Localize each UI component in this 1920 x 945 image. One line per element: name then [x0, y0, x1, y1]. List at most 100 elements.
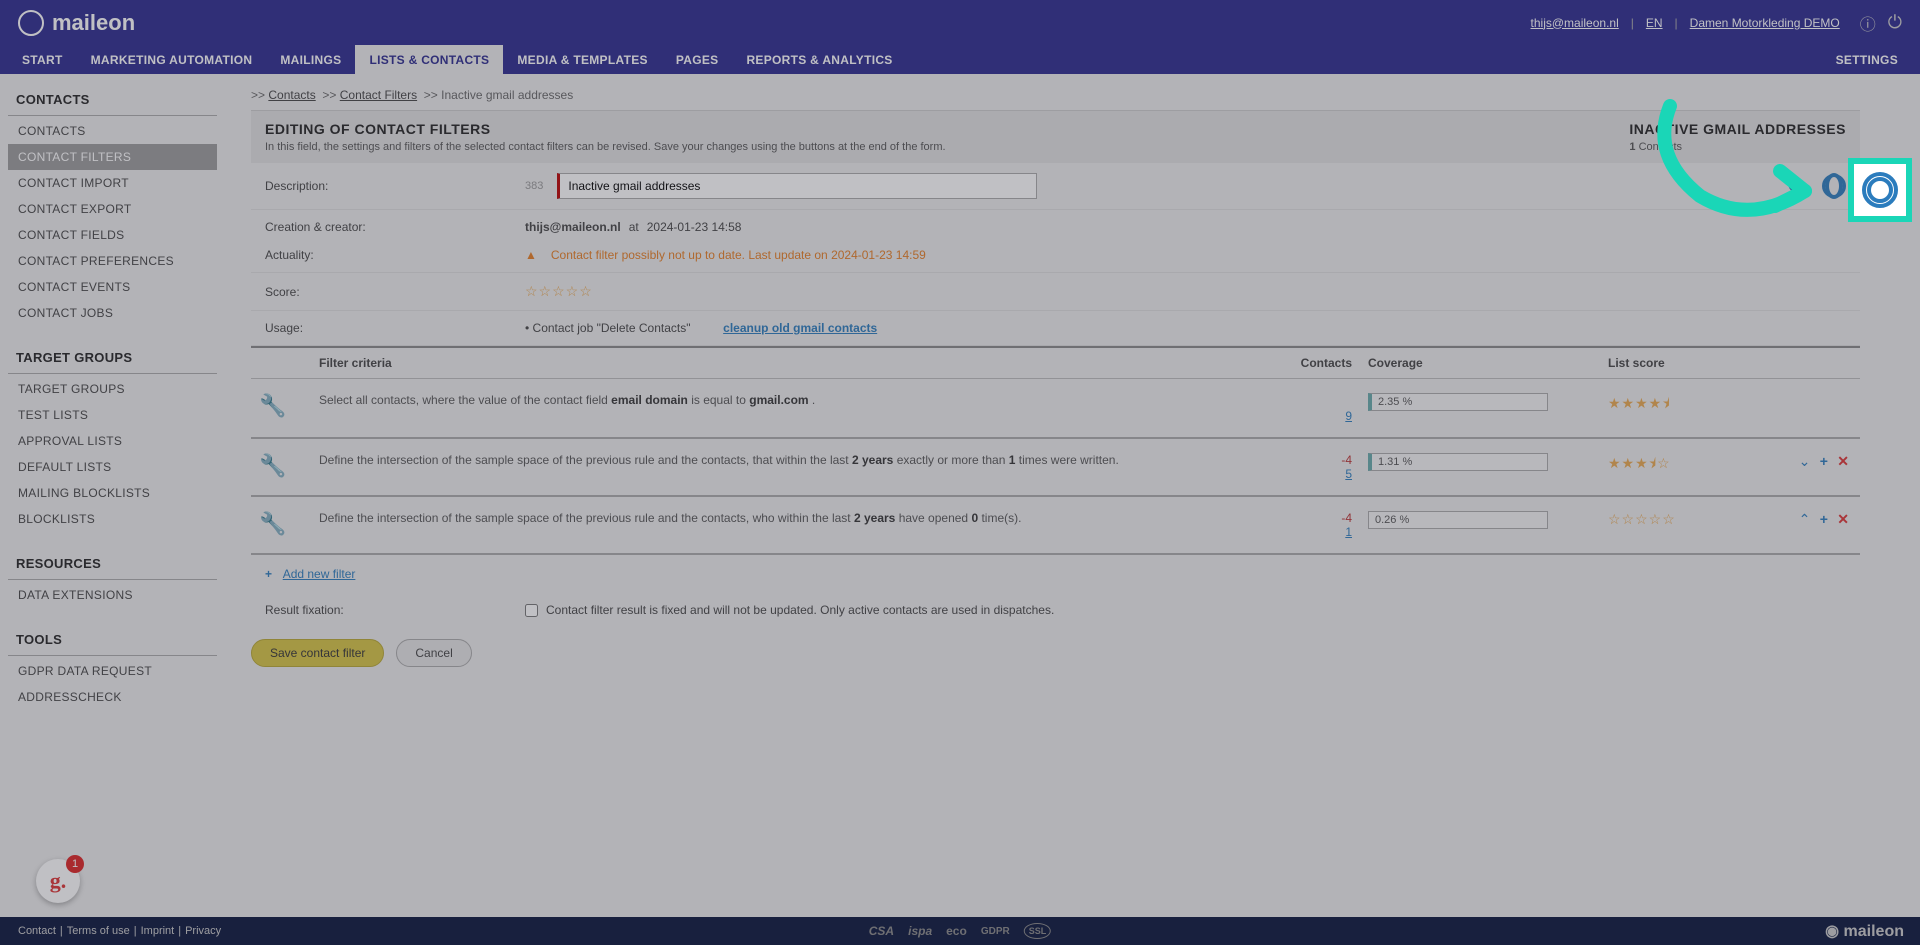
row-description: Description: 383 ⟳ — [251, 163, 1860, 210]
panel-title: EDITING OF CONTACT FILTERS — [265, 121, 946, 137]
sidebar-item-contact-import[interactable]: CONTACT IMPORT — [8, 170, 217, 196]
sidebar: CONTACTS CONTACTS CONTACT FILTERS CONTAC… — [0, 74, 225, 917]
sidebar-item-blocklists[interactable]: BLOCKLISTS — [8, 506, 217, 532]
usage-link[interactable]: cleanup old gmail contacts — [723, 321, 877, 335]
breadcrumb: >> Contacts >> Contact Filters >> Inacti… — [251, 88, 1860, 102]
wrench-icon[interactable]: 🔧 — [259, 393, 286, 418]
move-down-icon[interactable]: ⌄ — [1799, 453, 1811, 469]
nav-reports-analytics[interactable]: REPORTS & ANALYTICS — [732, 45, 906, 74]
criteria-text: Define the intersection of the sample sp… — [311, 496, 1240, 554]
val-actuality: ▲ Contact filter possibly not up to date… — [525, 248, 1846, 262]
label-description: Description: — [265, 179, 525, 193]
sidebar-item-contacts[interactable]: CONTACTS — [8, 118, 217, 144]
separator: | — [1631, 16, 1634, 30]
add-icon[interactable]: + — [1820, 453, 1828, 469]
panel-right-label: Contacts — [1639, 141, 1682, 153]
sidebar-item-contact-fields[interactable]: CONTACT FIELDS — [8, 222, 217, 248]
contacts-count[interactable]: 5 — [1248, 467, 1352, 481]
add-icon[interactable]: + — [1820, 511, 1828, 527]
breadcrumb-current: Inactive gmail addresses — [441, 88, 573, 102]
contacts-count[interactable]: 9 — [1248, 409, 1352, 423]
panel-header-left: EDITING OF CONTACT FILTERS In this field… — [265, 121, 946, 153]
sidebar-head-tools: TOOLS — [8, 632, 217, 656]
description-input[interactable] — [557, 173, 1037, 199]
add-filter-link[interactable]: Add new filter — [283, 567, 356, 581]
footer-contact[interactable]: Contact — [18, 925, 56, 937]
target-action-icon[interactable] — [1822, 174, 1846, 198]
cancel-button[interactable]: Cancel — [396, 639, 471, 667]
coverage-box: 2.35 % — [1368, 393, 1548, 411]
badge-csa: CSA — [869, 924, 894, 938]
result-fixation-checkbox[interactable] — [525, 604, 538, 617]
nav-settings[interactable]: SETTINGS — [1822, 45, 1912, 74]
sidebar-item-target-groups[interactable]: TARGET GROUPS — [8, 376, 217, 402]
sidebar-item-contact-export[interactable]: CONTACT EXPORT — [8, 196, 217, 222]
row-actions: ⌄ + ✕ — [1780, 438, 1860, 496]
plus-icon[interactable]: + — [265, 567, 272, 581]
sidebar-item-contact-preferences[interactable]: CONTACT PREFERENCES — [8, 248, 217, 274]
th-contacts: Contacts — [1240, 347, 1360, 379]
sidebar-item-contact-jobs[interactable]: CONTACT JOBS — [8, 300, 217, 326]
user-email-link[interactable]: thijs@maileon.nl — [1531, 16, 1619, 30]
footer-logo: ◉ maileon — [1825, 921, 1904, 941]
grammarly-badge[interactable]: g. 1 — [36, 859, 80, 903]
row-actuality: Actuality: ▲ Contact filter possibly not… — [251, 238, 1860, 273]
sidebar-head-resources: RESOURCES — [8, 556, 217, 580]
label-actuality: Actuality: — [265, 248, 525, 262]
sidebar-head-target-groups: TARGET GROUPS — [8, 350, 217, 374]
delete-icon[interactable]: ✕ — [1837, 453, 1849, 469]
add-filter-row: + Add new filter — [251, 555, 1860, 593]
delete-icon[interactable]: ✕ — [1837, 511, 1849, 527]
sidebar-item-test-lists[interactable]: TEST LISTS — [8, 402, 217, 428]
sidebar-item-contact-filters[interactable]: CONTACT FILTERS — [8, 144, 217, 170]
footer-imprint[interactable]: Imprint — [141, 925, 175, 937]
th-blank — [251, 347, 311, 379]
main-area: CONTACTS CONTACTS CONTACT FILTERS CONTAC… — [0, 74, 1920, 917]
wrench-icon[interactable]: 🔧 — [259, 453, 286, 478]
sidebar-item-gdpr[interactable]: GDPR DATA REQUEST — [8, 658, 217, 684]
sidebar-item-addresscheck[interactable]: ADDRESSCHECK — [8, 684, 217, 710]
sidebar-item-data-extensions[interactable]: DATA EXTENSIONS — [8, 582, 217, 608]
tenant-link[interactable]: Damen Motorkleding DEMO — [1690, 16, 1840, 30]
at-label: at — [629, 220, 639, 234]
sidebar-item-contact-events[interactable]: CONTACT EVENTS — [8, 274, 217, 300]
footer-terms[interactable]: Terms of use — [67, 925, 130, 937]
sidebar-item-default-lists[interactable]: DEFAULT LISTS — [8, 454, 217, 480]
nav-media-templates[interactable]: MEDIA & TEMPLATES — [503, 45, 661, 74]
save-button[interactable]: Save contact filter — [251, 639, 384, 667]
footer-privacy[interactable]: Privacy — [185, 925, 221, 937]
row-actions: ⌃ + ✕ — [1780, 496, 1860, 554]
val-creation: thijs@maileon.nl at 2024-01-23 14:58 — [525, 220, 1846, 234]
creator-email: thijs@maileon.nl — [525, 220, 621, 234]
badge-eco: eco — [946, 924, 967, 938]
contacts-count[interactable]: 1 — [1248, 525, 1352, 539]
wrench-icon[interactable]: 🔧 — [259, 511, 286, 536]
nav-marketing-automation[interactable]: MARKETING AUTOMATION — [77, 45, 267, 74]
refresh-icon[interactable]: ⟳ — [1788, 173, 1806, 199]
row-creation: Creation & creator: thijs@maileon.nl at … — [251, 210, 1860, 238]
result-text: Contact filter result is fixed and will … — [546, 603, 1054, 617]
sidebar-item-approval-lists[interactable]: APPROVAL LISTS — [8, 428, 217, 454]
coverage-box: 1.31 % — [1368, 453, 1548, 471]
nav-start[interactable]: START — [8, 45, 77, 74]
label-result: Result fixation: — [265, 603, 525, 617]
nav-mailings[interactable]: MAILINGS — [266, 45, 355, 74]
nav-lists-contacts[interactable]: LISTS & CONTACTS — [355, 45, 503, 74]
power-icon[interactable]: ⏻ — [1888, 12, 1902, 33]
target-icon — [1862, 172, 1898, 208]
breadcrumb-contacts[interactable]: Contacts — [268, 88, 315, 102]
highlighted-target-button[interactable] — [1848, 158, 1912, 222]
row-usage: Usage: • Contact job "Delete Contacts" c… — [251, 311, 1860, 346]
nav-pages[interactable]: PAGES — [662, 45, 733, 74]
sidebar-item-mailing-blocklists[interactable]: MAILING BLOCKLISTS — [8, 480, 217, 506]
language-link[interactable]: EN — [1646, 16, 1663, 30]
breadcrumb-filters[interactable]: Contact Filters — [340, 88, 417, 102]
info-icon[interactable]: ⓘ — [1860, 11, 1876, 35]
th-coverage: Coverage — [1360, 347, 1600, 379]
badge-count: 1 — [66, 855, 84, 873]
sidebar-head-contacts: CONTACTS — [8, 92, 217, 116]
footer-badges: CSA ispa eco GDPR SSL — [869, 923, 1051, 939]
topbar-right: thijs@maileon.nl | EN | Damen Motorkledi… — [1531, 11, 1902, 35]
move-up-icon[interactable]: ⌃ — [1799, 511, 1811, 527]
sidebar-section-contacts: CONTACTS CONTACTS CONTACT FILTERS CONTAC… — [8, 92, 217, 326]
